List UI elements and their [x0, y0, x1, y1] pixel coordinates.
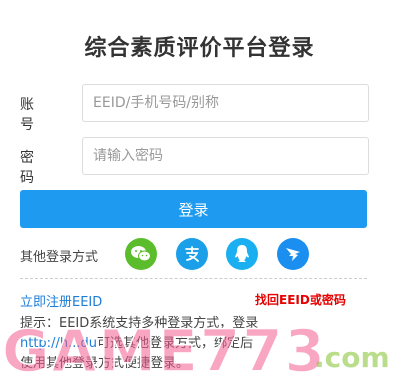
qq-login-button[interactable] [226, 238, 258, 270]
wechat-icon [131, 246, 151, 262]
dingtalk-icon [286, 248, 300, 261]
tip-line1: 提示：EEID系统支持多种登录方式，登录 [20, 316, 259, 331]
wechat-login-button[interactable] [125, 238, 157, 270]
page-title: 综合素质评价平台登录 [84, 36, 315, 61]
account-label: 账 号 [20, 97, 44, 133]
tip-line3: 使用其他登录方式便捷登录。 [20, 356, 190, 371]
qq-icon [235, 245, 249, 262]
alipay-login-button[interactable] [176, 238, 208, 270]
tip-line2: 可选其他登录方式，绑定后 [96, 336, 253, 351]
password-label: 密 码 [20, 150, 44, 186]
account-input[interactable] [82, 84, 369, 122]
register-link[interactable]: 立即注册EEID [20, 291, 102, 310]
divider [20, 278, 367, 279]
alipay-icon [185, 246, 199, 262]
login-tip: 提示：EEID系统支持多种登录方式，登录 http://h...du可选其他登录… [20, 314, 360, 374]
recover-link[interactable]: 找回EEID或密码 [255, 291, 346, 308]
password-row: 密 码 [20, 137, 369, 186]
password-input[interactable] [82, 137, 369, 175]
tip-link[interactable]: http://h...du [20, 336, 97, 351]
account-row: 账 号 [20, 84, 369, 133]
login-button[interactable]: 登录 [20, 190, 367, 228]
dingtalk-login-button[interactable] [277, 238, 309, 270]
other-login-label: 其他登录方式 [20, 250, 99, 265]
